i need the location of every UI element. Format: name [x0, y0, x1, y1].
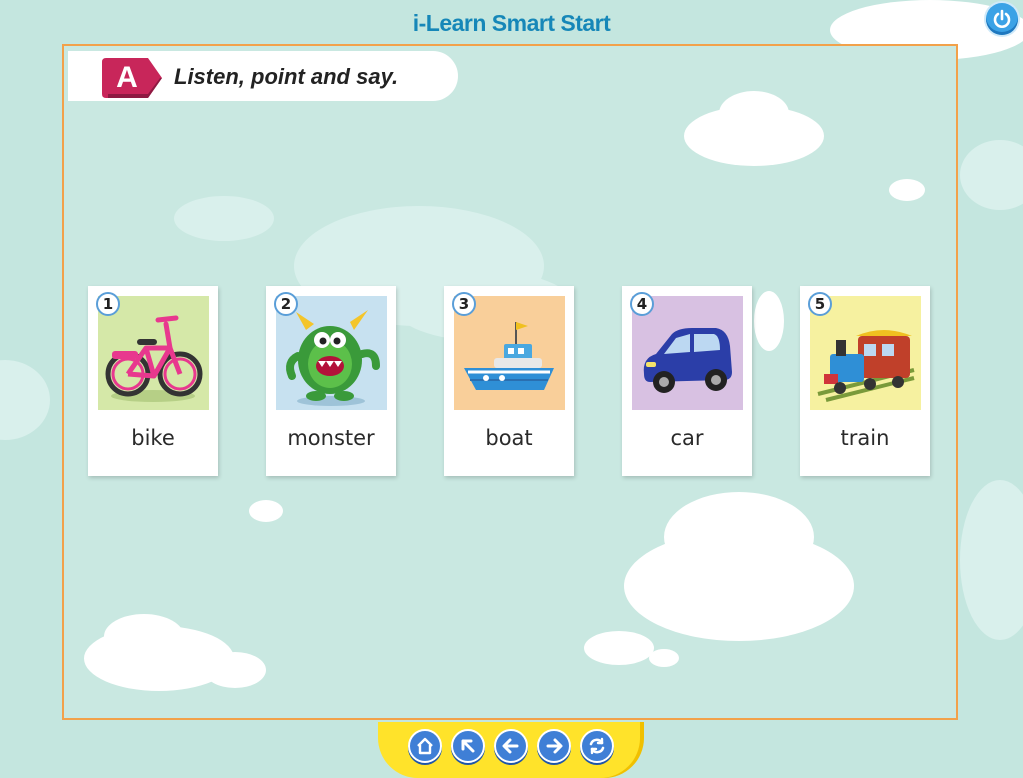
forward-arrow-icon	[546, 738, 563, 754]
cloud	[104, 614, 184, 659]
card-number: 2	[274, 292, 298, 316]
cloud	[754, 291, 784, 351]
flashcard-train[interactable]: 5 train	[800, 286, 930, 476]
bottom-navigation-bar	[378, 722, 640, 778]
background-cloud	[960, 140, 1023, 210]
home-icon	[417, 737, 433, 755]
card-word: car	[670, 426, 704, 450]
up-left-arrow-icon	[461, 739, 475, 753]
cloud	[584, 631, 654, 665]
flashcard-bike[interactable]: 1 bike	[88, 286, 218, 476]
cloud	[889, 179, 925, 201]
cloud	[719, 91, 789, 136]
flashcard-boat[interactable]: 3 boat	[444, 286, 574, 476]
instruction-text: Listen, point and say.	[174, 64, 399, 89]
cloud	[664, 492, 814, 582]
card-number: 5	[808, 292, 832, 316]
card-word: monster	[287, 426, 375, 450]
refresh-button[interactable]	[580, 729, 614, 763]
card-word: bike	[131, 426, 175, 450]
card-number: 3	[452, 292, 476, 316]
cloud	[249, 500, 283, 522]
flashcard-monster[interactable]: 2 monster	[266, 286, 396, 476]
card-word: train	[840, 426, 890, 450]
activity-frame: A Listen, point and say. 1 bike 2 monste…	[62, 44, 958, 720]
home-button[interactable]	[408, 729, 442, 763]
back-button[interactable]	[494, 729, 528, 763]
card-word: boat	[485, 426, 533, 450]
activity-letter: A	[116, 61, 138, 94]
cloud	[174, 196, 274, 241]
refresh-icon	[589, 737, 605, 755]
power-button[interactable]	[986, 3, 1018, 35]
forward-button[interactable]	[537, 729, 571, 763]
flashcard-car[interactable]: 4 car	[622, 286, 752, 476]
power-icon	[993, 9, 1011, 28]
app-title: i-Learn Smart Start	[412, 10, 611, 36]
instruction-banner: A Listen, point and say.	[68, 51, 458, 101]
back-arrow-icon	[502, 738, 519, 754]
cloud	[649, 649, 679, 667]
background-cloud	[960, 480, 1023, 640]
up-left-button[interactable]	[451, 729, 485, 763]
card-number: 1	[96, 292, 120, 316]
card-number: 4	[630, 292, 654, 316]
cloud	[204, 652, 266, 688]
background-cloud	[0, 360, 50, 440]
